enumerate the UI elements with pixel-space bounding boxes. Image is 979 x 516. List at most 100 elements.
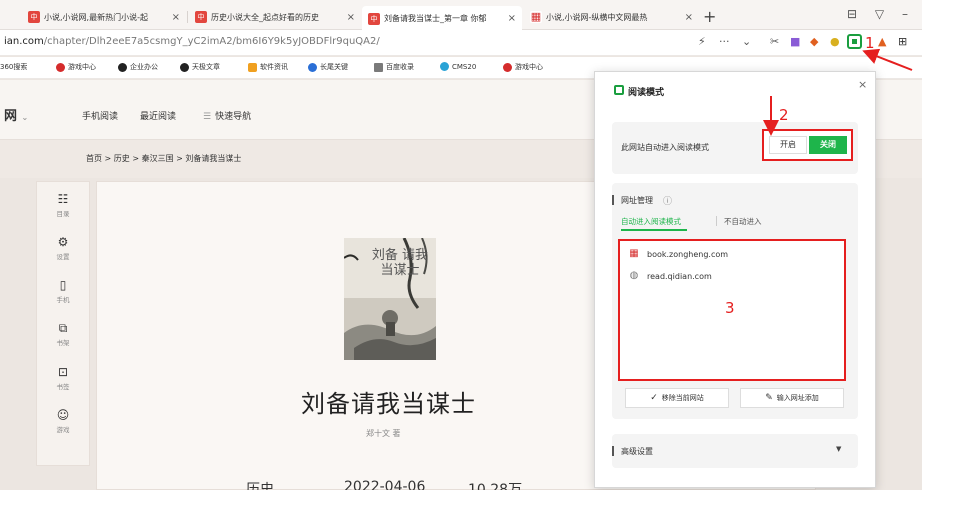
disable-button[interactable]: 关闭 [809, 136, 847, 154]
bookmark-item[interactable]: 长尾关键 [308, 62, 348, 72]
site-domain: read.qidian.com [647, 271, 712, 281]
bookmark-item[interactable]: CMS20 [440, 62, 476, 71]
breadcrumb[interactable]: 首页 > 历史 > 秦汉三国 > 刘备请我当谋士 [86, 153, 241, 164]
gear-icon: ⚙ [57, 235, 69, 249]
bookmark-item[interactable]: 360搜索 [0, 62, 27, 72]
tab-4[interactable]: ▦ 小说,小说网-纵横中文网最热 × [530, 7, 693, 27]
advanced-settings-card[interactable]: 高级设置 ▼ [612, 434, 858, 468]
scissors-icon[interactable]: ✂ [770, 35, 779, 48]
extension-icon[interactable]: ■ [790, 35, 800, 48]
nav-mobile-read[interactable]: 手机阅读 [82, 109, 118, 122]
url-text[interactable]: ian.com/chapter/Dlh2eeE7a5csmgY_yC2imA2/… [4, 36, 380, 47]
new-tab-button[interactable]: + [703, 7, 716, 26]
site-favicon-icon: 中 [368, 12, 380, 25]
site-list: ▦ book.zongheng.com ◍ read.qidian.com 3 [618, 239, 846, 381]
active-tab-indicator [621, 229, 687, 231]
address-bar[interactable]: ian.com/chapter/Dlh2eeE7a5csmgY_yC2imA2/… [0, 30, 922, 56]
book-category: 历史 [246, 482, 274, 490]
bookmark-item[interactable]: 游戏中心 [503, 62, 543, 72]
toolbar-item-catalog[interactable]: ☷ 目录 [37, 192, 89, 218]
tab-bar: 中 小说,小说网,最新热门小说-起 × 中 历史小说大全_起点好看的历史 × 中… [0, 0, 922, 30]
bookmark-favicon-icon [308, 62, 317, 72]
more-icon[interactable]: ··· [719, 35, 730, 48]
chevron-down-icon[interactable]: ⌄ [742, 35, 751, 48]
toolbar-item-games[interactable]: ☺ 游戏 [37, 408, 89, 434]
annotation-number-1: 1 [865, 34, 875, 52]
tab-1[interactable]: 中 小说,小说网,最新热门小说-起 × [28, 7, 180, 27]
gamepad-icon: ☺ [56, 408, 70, 422]
toolbar-item-settings[interactable]: ⚙ 设置 [37, 235, 89, 261]
enable-button[interactable]: 开启 [769, 136, 807, 154]
close-icon[interactable]: × [508, 13, 516, 24]
shield-icon[interactable]: ▽ [875, 7, 884, 21]
nav-quick-menu[interactable]: ☰ 快速导航 [203, 109, 251, 122]
grid-icon: ▦ [629, 248, 639, 259]
close-icon[interactable]: × [685, 12, 693, 23]
reading-mode-popup: 阅读模式 × 此网站自动进入阅读模式 开启 关闭 网址管理 ⓘ 自动进入阅读模式… [594, 71, 876, 488]
bookmark-favicon-icon [118, 62, 127, 72]
tab-title: 刘备请我当谋士_第一章 你郁 [384, 14, 487, 23]
bookmark-item[interactable]: 游戏中心 [56, 62, 96, 72]
window-controls: ⊟ ▽ – [847, 7, 922, 21]
minimize-icon[interactable]: – [902, 7, 908, 21]
grid-icon: ▦ [530, 10, 542, 23]
cover-title-text: 刘备 请我当谋士 [371, 248, 429, 278]
close-icon[interactable]: × [172, 12, 180, 23]
site-favicon-icon: 中 [28, 11, 40, 23]
bookmark-item[interactable]: 软件资讯 [248, 62, 288, 72]
help-icon[interactable]: ⓘ [663, 194, 672, 207]
bookmark-item[interactable]: 天极文章 [180, 62, 220, 72]
add-site-button[interactable]: ✎ 输入网址添加 [740, 388, 844, 408]
tab-title: 历史小说大全_起点好看的历史 [211, 12, 319, 22]
tab-divider [187, 11, 188, 23]
extension-icon[interactable]: ▲ [878, 35, 886, 48]
url-path: /chapter/Dlh2eeE7a5csmgY_yC2imA2/bm6I6Y9… [43, 36, 380, 47]
site-management-title: 网址管理 [621, 196, 653, 205]
bookmark-item[interactable]: 企业办公 [118, 62, 158, 72]
bookshelf-icon: ⧉ [58, 321, 68, 335]
lightning-icon[interactable]: ⚡ [698, 35, 706, 48]
menu-icon: ☰ [203, 112, 212, 122]
site-logo[interactable]: 网 ⌄ [4, 105, 28, 124]
tab-title: 小说,小说网-纵横中文网最热 [546, 12, 648, 22]
tab-auto-enter[interactable]: 自动进入阅读模式 [621, 216, 681, 227]
pencil-icon: ✎ [765, 393, 773, 403]
toolbar-item-bookshelf[interactable]: ⧉ 书架 [37, 321, 89, 347]
tab-divider [716, 216, 717, 226]
site-favicon-icon: 中 [195, 11, 207, 23]
reading-mode-button[interactable] [847, 34, 862, 49]
bookmark-favicon-icon [248, 62, 257, 72]
bookmark-icon: ⊡ [57, 365, 69, 379]
site-management-card: 网址管理 ⓘ 自动进入阅读模式 不自动进入 ▦ book.zongheng.co… [612, 183, 858, 419]
apps-grid-icon[interactable]: ⊞ [898, 35, 907, 48]
auto-reading-label: 此网站自动进入阅读模式 [621, 143, 709, 152]
caret-down-icon: ▼ [836, 445, 842, 453]
reader-left-toolbar: ☷ 目录 ⚙ 设置 ▯ 手机 ⧉ 书架 ⊡ 书签 ☺ 游戏 [36, 181, 90, 466]
list-item[interactable]: ▦ book.zongheng.com [629, 249, 728, 259]
close-icon[interactable]: × [858, 78, 867, 91]
nav-recent-read[interactable]: 最近阅读 [140, 109, 176, 122]
tab-no-auto-enter[interactable]: 不自动进入 [724, 216, 762, 227]
phone-icon: ▯ [59, 278, 67, 292]
remove-current-site-button[interactable]: ✓ 移除当前网站 [625, 388, 729, 408]
annotation-number-3: 3 [725, 299, 735, 317]
toolbar-item-mobile[interactable]: ▯ 手机 [37, 278, 89, 304]
popup-title: 阅读模式 [628, 88, 665, 98]
section-marker [612, 446, 614, 456]
list-item[interactable]: ◍ read.qidian.com [629, 271, 712, 281]
book-update-date: 2022-04-06 [344, 479, 426, 490]
rocket-icon[interactable]: ● [830, 35, 840, 48]
tab-list-icon[interactable]: ⊟ [847, 7, 857, 21]
toolbar-item-bookmark[interactable]: ⊡ 书签 [37, 365, 89, 391]
tab-2[interactable]: 中 历史小说大全_起点好看的历史 × [195, 7, 355, 27]
book-author[interactable]: 郑十文 著 [366, 428, 401, 439]
popup-header: 阅读模式 × [595, 72, 875, 108]
bookmark-item[interactable]: 百度收录 [374, 62, 414, 72]
tab-title: 小说,小说网,最新热门小说-起 [44, 12, 148, 22]
book-cover-image[interactable]: 刘备 请我当谋士 [344, 238, 436, 360]
game-extension-icon[interactable]: ◆ [810, 35, 818, 48]
bookmark-favicon-icon [56, 62, 65, 72]
tab-3-active[interactable]: 中 刘备请我当谋士_第一章 你郁 × [362, 6, 522, 30]
close-icon[interactable]: × [347, 12, 355, 23]
bookmark-favicon-icon [180, 62, 189, 72]
